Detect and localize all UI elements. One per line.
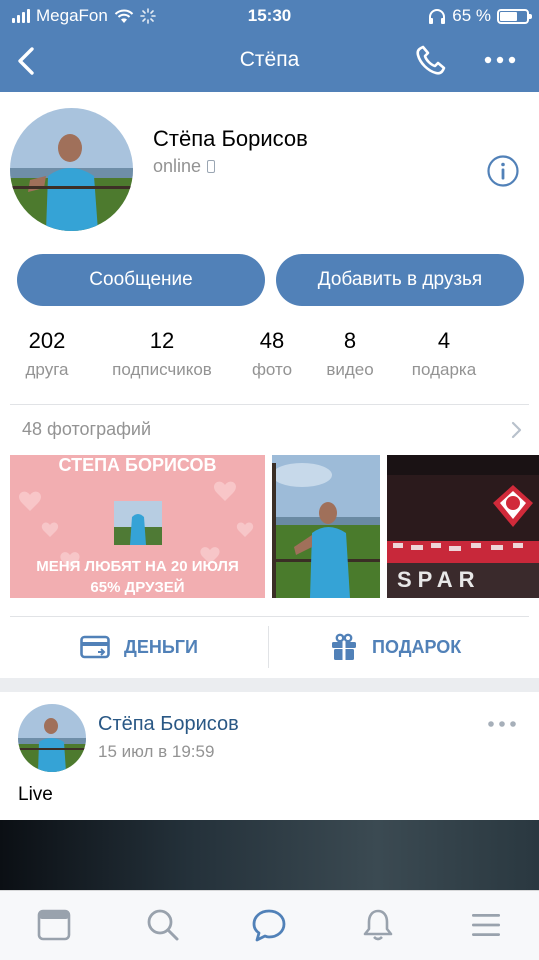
call-icon[interactable] (412, 44, 452, 78)
divider (10, 616, 529, 617)
post-media[interactable] (0, 820, 539, 892)
action-separator (268, 626, 269, 668)
news-icon[interactable] (36, 907, 72, 943)
stat-count: 12 (149, 328, 175, 353)
wall-post: Стёпа Борисов 15 июл в 19:59 Live (0, 692, 539, 892)
info-icon[interactable] (486, 154, 520, 188)
gift-label: ПОДАРОК (372, 636, 462, 657)
photo-thumbnail[interactable] (272, 455, 380, 598)
gift-icon (332, 633, 356, 660)
status-right: 65 % (428, 6, 532, 26)
online-label: online (153, 156, 202, 176)
photo-thumbnail[interactable]: SPAR (387, 455, 539, 598)
stat-count: 48 (259, 328, 285, 353)
stat-friends[interactable]: 202 друга (20, 328, 74, 380)
banner-line-1: МЕНЯ ЛЮБЯТ НА 20 ИЮЛЯ (36, 558, 239, 575)
search-icon[interactable] (144, 907, 180, 943)
app-header: MegaFon 15:30 65 % Стёпа (0, 0, 539, 92)
status-bar: MegaFon 15:30 65 % (0, 0, 539, 32)
banner-title: СТЕПА БОРИСОВ (58, 455, 217, 475)
headphones-icon (429, 9, 446, 24)
online-status: online (153, 156, 216, 177)
nav-bar: Стёпа (0, 32, 539, 92)
stat-gifts[interactable]: 4 подарка (402, 328, 486, 380)
money-label: ДЕНЬГИ (124, 636, 198, 657)
divider (10, 404, 529, 405)
banner-line-2: 65% ДРУЗЕЙ (90, 579, 185, 596)
stat-label: фото (251, 360, 293, 379)
post-text: Live (18, 784, 53, 805)
stat-count: 4 (437, 328, 451, 353)
stat-label: подписчиков (112, 360, 212, 379)
gift-button[interactable]: ПОДАРОК (330, 632, 461, 662)
photo-thumbnail[interactable]: СТЕПА БОРИСОВ МЕНЯ ЛЮБЯТ НА 20 ИЮЛЯ 65% … (10, 455, 265, 598)
photos-header[interactable]: 48 фотографий (22, 419, 151, 440)
stat-label: друга (25, 360, 69, 379)
mobile-icon (207, 160, 216, 173)
stat-count: 202 (28, 328, 66, 353)
more-icon[interactable] (480, 48, 520, 72)
battery-percent: 65 % (452, 6, 491, 25)
messages-icon[interactable] (251, 907, 287, 943)
avatar[interactable] (10, 108, 133, 231)
profile-photo (272, 455, 380, 598)
chevron-right-icon[interactable] (508, 420, 524, 440)
post-date: 15 июл в 19:59 (98, 742, 215, 761)
stat-label: видео (326, 360, 374, 379)
tab-bar (0, 890, 539, 960)
battery-icon (497, 8, 532, 24)
post-author[interactable]: Стёпа Борисов (98, 713, 239, 736)
stat-count: 8 (343, 328, 357, 353)
money-button[interactable]: ДЕНЬГИ (80, 632, 198, 662)
post-avatar[interactable] (18, 704, 86, 772)
notifications-icon[interactable] (360, 907, 396, 943)
card-icon (80, 635, 110, 659)
post-more-icon[interactable] (486, 716, 518, 732)
message-button[interactable]: Сообщение (17, 254, 265, 306)
battery-fill (500, 11, 517, 21)
profile-name: Стёпа Борисов (153, 126, 308, 151)
stat-photos[interactable]: 48 фото (246, 328, 298, 380)
stat-followers[interactable]: 12 подписчиков (100, 328, 224, 380)
stadium-text: SPAR (397, 567, 481, 592)
profile-card: Стёпа Борисов online Сообщение Добавить … (0, 92, 539, 678)
nav-title: Стёпа (239, 48, 300, 71)
stat-label: подарка (411, 360, 477, 379)
profile-stats: 202 друга 12 подписчиков 48 фото 8 видео… (0, 328, 539, 388)
banner-image (10, 455, 265, 598)
menu-icon[interactable] (468, 907, 504, 943)
stat-videos[interactable]: 8 видео (318, 328, 382, 380)
add-friend-button[interactable]: Добавить в друзья (276, 254, 524, 306)
